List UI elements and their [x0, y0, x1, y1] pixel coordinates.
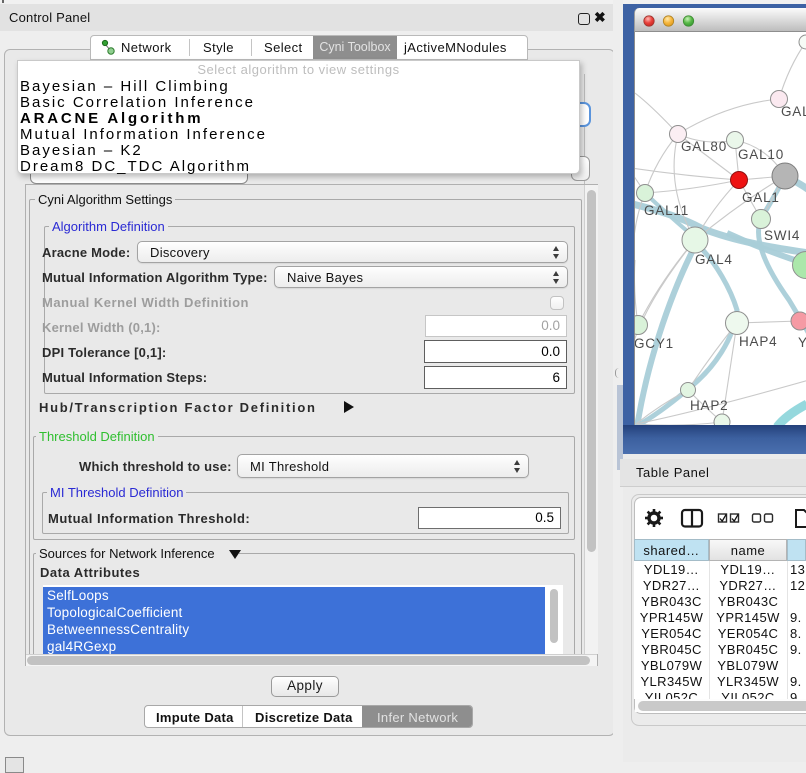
svg-text:GAL: GAL: [781, 104, 806, 119]
svg-text:Y: Y: [798, 335, 806, 350]
svg-text:GAL80: GAL80: [681, 139, 727, 154]
svg-text:SWI4: SWI4: [764, 228, 800, 243]
svg-text:GAL11: GAL11: [644, 203, 689, 218]
svg-text:GAL1: GAL1: [742, 190, 780, 205]
svg-text:HAP4: HAP4: [739, 334, 777, 349]
svg-text:GAL4: GAL4: [695, 252, 733, 267]
svg-text:HAP2: HAP2: [690, 398, 728, 413]
svg-text:GAL10: GAL10: [738, 147, 784, 162]
svg-text:GCY1: GCY1: [634, 336, 674, 351]
